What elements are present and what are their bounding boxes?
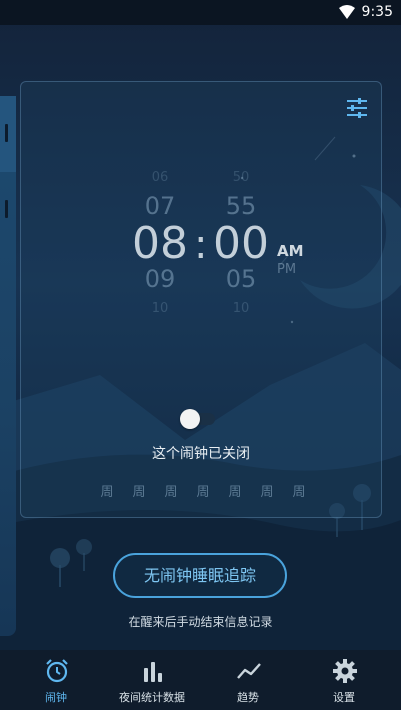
status-time: 9:35 bbox=[361, 4, 393, 20]
nav-settings-label: 设置 bbox=[333, 691, 355, 704]
side-tick-2 bbox=[5, 200, 8, 218]
minute-below: 05 bbox=[225, 265, 257, 293]
hour-far-above: 06 bbox=[151, 170, 169, 185]
weekday-4[interactable]: 周 bbox=[195, 481, 211, 500]
sliders-settings-icon[interactable] bbox=[345, 97, 369, 119]
bottom-navigation: 闹钟 夜间统计数据 趋势 设置 bbox=[0, 650, 401, 710]
minute-above: 55 bbox=[225, 192, 257, 220]
nav-trends[interactable]: 趋势 bbox=[198, 650, 298, 710]
weekday-row: 周 周 周 周 周 周 周 bbox=[99, 481, 307, 500]
trend-line-icon bbox=[237, 663, 261, 679]
wifi-icon bbox=[339, 5, 355, 19]
gear-icon bbox=[333, 659, 357, 683]
alarm-status-text: 这个闹钟已关闭 bbox=[152, 446, 250, 462]
bar-chart-icon bbox=[144, 662, 162, 682]
minute-current: 00 bbox=[213, 218, 269, 269]
nav-settings[interactable]: 设置 bbox=[294, 650, 394, 710]
nav-alarm-label: 闹钟 bbox=[45, 691, 67, 704]
nav-night-stats-label: 夜间统计数据 bbox=[119, 691, 185, 704]
alarm-card[interactable]: 06 07 08 09 10 : 50 55 00 05 10 AM PM 这个… bbox=[20, 81, 382, 518]
alarm-clock-icon bbox=[46, 659, 68, 683]
weekday-2[interactable]: 周 bbox=[131, 481, 147, 500]
minute-far-above: 50 bbox=[232, 170, 250, 185]
weekday-5[interactable]: 周 bbox=[227, 481, 243, 500]
hour-far-below: 10 bbox=[151, 301, 169, 316]
hour-current: 08 bbox=[132, 218, 188, 269]
weekday-3[interactable]: 周 bbox=[163, 481, 179, 500]
alarm-toggle-knob[interactable] bbox=[180, 409, 200, 429]
minute-far-below: 10 bbox=[232, 301, 250, 316]
side-segment-top bbox=[0, 96, 16, 172]
sleep-tracking-hint: 在醒来后手动结束信息记录 bbox=[128, 615, 273, 629]
side-alarm-card-peek[interactable] bbox=[0, 96, 16, 636]
hour-below: 09 bbox=[144, 265, 176, 293]
side-tick-1 bbox=[5, 124, 8, 142]
weekday-7[interactable]: 周 bbox=[291, 481, 307, 500]
nav-night-stats[interactable]: 夜间统计数据 bbox=[102, 650, 202, 710]
am-option[interactable]: AM bbox=[277, 242, 304, 260]
weekday-1[interactable]: 周 bbox=[99, 481, 115, 500]
nav-trends-label: 趋势 bbox=[237, 691, 259, 704]
sleep-tracking-button[interactable]: 无闹钟睡眠追踪 bbox=[113, 553, 287, 598]
hour-above: 07 bbox=[144, 192, 176, 220]
status-bar: 9:35 bbox=[0, 0, 401, 25]
weekday-6[interactable]: 周 bbox=[259, 481, 275, 500]
time-separator: : bbox=[194, 222, 208, 268]
pm-option[interactable]: PM bbox=[277, 262, 296, 277]
nav-alarm[interactable]: 闹钟 bbox=[6, 650, 106, 710]
